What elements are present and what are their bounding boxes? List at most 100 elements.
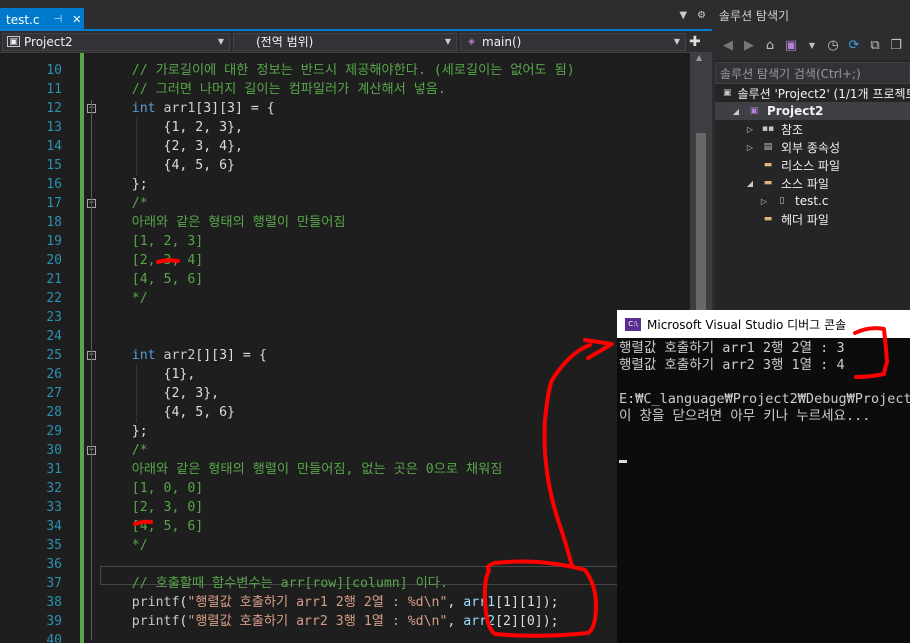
expand-arrow-icon[interactable]: ◢ <box>731 107 741 116</box>
line-number: 25 <box>46 348 62 363</box>
line-number: 13 <box>46 120 62 135</box>
code-line[interactable]: {2, 3}, <box>100 384 220 403</box>
tree-item-label: 리소스 파일 <box>781 158 841 173</box>
code-line[interactable]: }; <box>100 422 148 441</box>
function-dropdown[interactable]: ◈ main() ▼ <box>460 32 686 51</box>
line-number: 27 <box>46 386 62 401</box>
code-line[interactable]: {1, 2, 3}, <box>100 118 243 137</box>
tree-item[interactable]: ◢ ▣ Project2 <box>715 102 910 120</box>
pending-changes-icon[interactable]: ◷ <box>826 38 840 53</box>
tree-item[interactable]: ▬ 리소스 파일 <box>715 156 910 174</box>
code-token: "행렬값 호출하기 arr2 3행 1열 : %d\n" <box>187 614 448 629</box>
project-icon: ▣ <box>749 106 759 116</box>
code-line[interactable]: {4, 5, 6} <box>100 156 235 175</box>
tab-label: test.c <box>6 12 40 27</box>
tree-item-label: 참조 <box>781 122 804 137</box>
solution-tree: ▣ 솔루션 'Project2' (1/1개 프로젝트) ◢ ▣ Project2 ▷ ▪▪… <box>715 84 910 284</box>
sync-icon[interactable]: ⟳ <box>847 38 861 53</box>
expand-arrow-icon[interactable]: ▷ <box>759 197 769 206</box>
tree-item[interactable]: ▷ ▯ test.c <box>715 192 910 210</box>
scroll-up-icon[interactable]: ▲ <box>696 53 702 62</box>
tab-bar-controls: ▼ ⚙ <box>679 10 706 21</box>
code-line[interactable]: [2, 3, 0] <box>100 498 203 517</box>
code-token: [1, 2, 3] <box>100 234 204 249</box>
editor-tab-bar: test.c ⊣ ✕ ▼ ⚙ <box>0 0 712 31</box>
code-token: // 가로길이에 대한 정보는 반드시 제공해야한다. (세로길이는 없어도 됨… <box>100 63 575 78</box>
split-window-icon[interactable]: ✚ <box>689 34 701 50</box>
debug-console-window[interactable]: C:\ Microsoft Visual Studio 디버그 콘솔 행렬값 호… <box>617 310 910 643</box>
tree-item[interactable]: ▷ ▪▪ 참조 <box>715 120 910 138</box>
pin-icon[interactable]: ⊣ <box>53 14 62 25</box>
code-line[interactable]: printf("행렬값 호출하기 arr1 2행 2열 : %d\n", arr… <box>100 593 559 612</box>
line-number: 34 <box>46 519 62 534</box>
code-line[interactable]: /* <box>100 194 148 213</box>
code-line[interactable]: printf("행렬값 호출하기 arr2 3행 1열 : %d\n", arr… <box>100 612 559 631</box>
code-token: // 그러면 나머지 길이는 컴파일러가 계산해서 넣음. <box>100 82 446 97</box>
code-token: }; <box>100 424 148 439</box>
code-token: {2, 3}, <box>100 386 220 401</box>
code-token: [][3] = { <box>195 348 267 363</box>
back-icon[interactable]: ◀ <box>721 38 735 53</box>
navigation-bar: ▣ Project2 ▼ (전역 범위) ▼ ◈ main() ▼ ✚ <box>0 31 712 53</box>
solution-explorer-search-input[interactable]: 솔루션 탐색기 검색(Ctrl+;) <box>715 62 910 84</box>
function-icon: ◈ <box>468 36 475 47</box>
code-line[interactable]: */ <box>100 289 148 308</box>
expand-arrow-icon[interactable]: ◢ <box>745 179 755 188</box>
code-line[interactable]: */ <box>100 536 148 555</box>
tree-item[interactable]: ◢ ▬ 소스 파일 <box>715 174 910 192</box>
solution-icon: ▣ <box>723 88 732 98</box>
home-icon[interactable]: ⌂ <box>763 38 777 53</box>
code-token: */ <box>100 538 148 553</box>
tab-test-c[interactable]: test.c ⊣ ✕ <box>0 8 84 31</box>
tree-item[interactable]: ▷ ▤ 외부 종속성 <box>715 138 910 156</box>
code-editor[interactable]: // 가로길이에 대한 정보는 반드시 제공해야한다. (세로길이는 없어도 됨… <box>100 53 690 643</box>
line-number: 31 <box>46 462 62 477</box>
code-line[interactable]: int arr2[][3] = { <box>100 346 267 365</box>
tree-item[interactable]: ▣ 솔루션 'Project2' (1/1개 프로젝트) <box>715 84 910 102</box>
line-number: 12 <box>46 101 62 116</box>
line-number: 37 <box>46 576 62 591</box>
line-number: 29 <box>46 424 62 439</box>
code-token: "행렬값 호출하기 arr1 2행 2열 : %d\n" <box>187 595 448 610</box>
code-line[interactable]: // 그러면 나머지 길이는 컴파일러가 계산해서 넣음. <box>100 80 446 99</box>
code-token: 아래와 같은 형태의 행렬이 만들어짐 <box>100 215 346 230</box>
line-number: 26 <box>46 367 62 382</box>
code-line[interactable]: 아래와 같은 형태의 행렬이 만들어짐 <box>100 213 346 232</box>
code-token: [4, 5, 6] <box>100 519 204 534</box>
outline-line <box>91 100 92 640</box>
settings-gear-icon[interactable]: ⚙ <box>697 10 706 21</box>
code-line[interactable]: 아래와 같은 형태의 행렬이 만들어짐, 없는 곳은 0으로 채워짐 <box>100 460 503 479</box>
expand-arrow-icon[interactable]: ▷ <box>745 125 755 134</box>
code-line[interactable]: {4, 5, 6} <box>100 403 235 422</box>
tree-item[interactable]: ▬ 헤더 파일 <box>715 210 910 228</box>
expand-arrow-icon[interactable]: ▷ <box>745 143 755 152</box>
line-number: 38 <box>46 595 62 610</box>
code-line[interactable]: /* <box>100 441 148 460</box>
show-all-files-icon[interactable]: ❐ <box>889 38 903 53</box>
code-line[interactable]: [2, 3, 4] <box>100 251 203 270</box>
console-line: 이 창을 닫으려면 아무 키나 누르세요... <box>619 408 871 424</box>
chevron-down-icon: ▼ <box>444 37 451 46</box>
forward-icon[interactable]: ▶ <box>742 38 756 53</box>
code-line[interactable]: }; <box>100 175 148 194</box>
console-title-bar[interactable]: C:\ Microsoft Visual Studio 디버그 콘솔 <box>617 310 910 338</box>
external-dependencies-icon: ▤ <box>763 142 773 152</box>
tree-item-label: test.c <box>795 194 829 208</box>
switch-views-icon[interactable]: ▣ <box>784 38 798 53</box>
code-line[interactable]: int arr1[3][3] = { <box>100 99 275 118</box>
project-dropdown[interactable]: ▣ Project2 ▼ <box>2 32 230 51</box>
dropdown-icon[interactable]: ▼ <box>805 41 819 50</box>
code-line[interactable]: [4, 5, 6] <box>100 270 203 289</box>
scope-dropdown[interactable]: (전역 범위) ▼ <box>233 32 457 51</box>
collapse-all-icon[interactable]: ⧉ <box>868 38 882 53</box>
code-line[interactable]: [1, 2, 3] <box>100 232 203 251</box>
code-line[interactable]: // 가로길이에 대한 정보는 반드시 제공해야한다. (세로길이는 없어도 됨… <box>100 61 575 80</box>
code-line[interactable]: [1, 0, 0] <box>100 479 203 498</box>
code-line[interactable]: {2, 3, 4}, <box>100 137 243 156</box>
close-icon[interactable]: ✕ <box>72 13 81 26</box>
code-token: printf <box>100 614 180 629</box>
code-line[interactable]: {1}, <box>100 365 196 384</box>
code-line[interactable]: // 호출할때 함수변수는 arr[row][column] 이다. <box>100 574 448 593</box>
code-line[interactable]: [4, 5, 6] <box>100 517 203 536</box>
dropdown-icon[interactable]: ▼ <box>679 10 687 21</box>
